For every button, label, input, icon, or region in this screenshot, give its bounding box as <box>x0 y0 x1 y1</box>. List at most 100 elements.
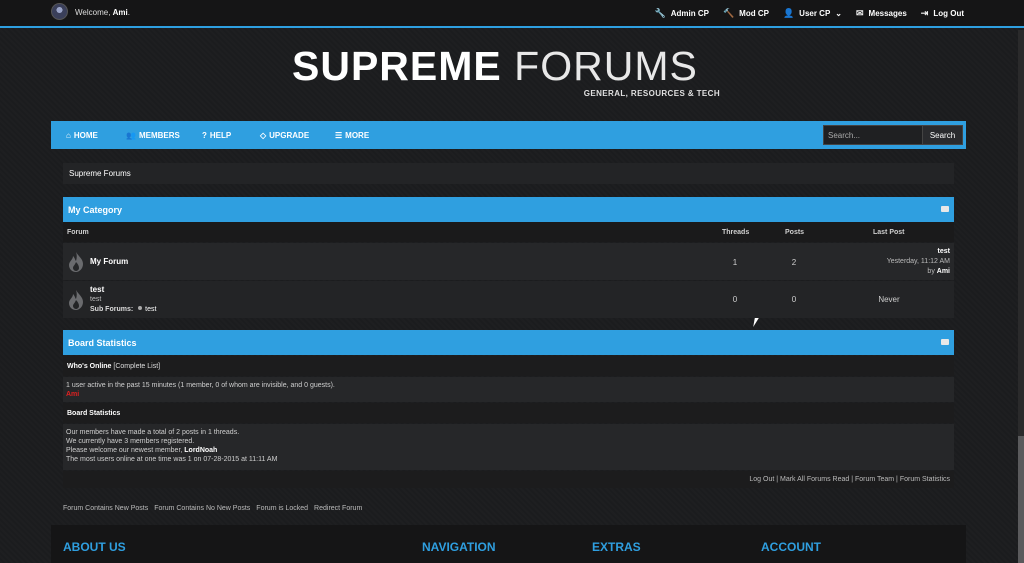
nav-help[interactable]: ? HELP <box>202 131 231 140</box>
legend-new-posts: Forum Contains New Posts <box>63 505 149 512</box>
mod-cp-link[interactable]: 🔨 Mod CP <box>723 8 769 19</box>
wrench-icon: 🔧 <box>654 8 666 18</box>
breadcrumb: Supreme Forums <box>63 163 954 184</box>
stats-header: Board Statistics <box>63 330 954 355</box>
nav-members-label: MEMBERS <box>138 131 180 140</box>
category-header: My Category <box>63 197 954 222</box>
home-icon: ⌂ <box>66 131 71 140</box>
nav-home-label: HOME <box>73 131 98 140</box>
site-logo[interactable]: SUPREME FORUMS GENERAL, RESOURCES & TECH <box>292 44 722 104</box>
stats-footer-links[interactable]: Log Out | Mark All Forums Read | Forum T… <box>63 471 954 488</box>
collapse-icon[interactable] <box>941 339 949 345</box>
page-footer: ABOUT US NAVIGATION EXTRAS ACCOUNT <box>51 525 966 563</box>
breadcrumb-home[interactable]: Supreme Forums <box>69 169 131 178</box>
inbox-icon: ✉ <box>856 8 864 18</box>
board-stats-body: Our members have made a total of 2 posts… <box>63 424 954 470</box>
footer-navigation-heading: NAVIGATION <box>422 540 496 554</box>
chevron-down-icon: ⌄ <box>835 9 842 18</box>
header-forum: Forum <box>67 229 89 236</box>
avatar[interactable] <box>51 3 68 20</box>
table-row: test test Sub Forums: test 0 0 Never <box>63 281 954 318</box>
log-out-link[interactable]: ⇥ Log Out <box>921 8 964 19</box>
flame-icon <box>69 290 83 310</box>
forum-posts: 2 <box>791 258 797 267</box>
board-stats-label: Board Statistics <box>67 410 121 417</box>
header-last-post: Last Post <box>873 229 905 236</box>
users-icon: 👥 <box>126 131 136 140</box>
user-icon: 👤 <box>782 8 795 18</box>
nav-members[interactable]: 👥 MEMBERS <box>126 131 180 140</box>
whos-online-label: Who's Online <box>67 363 112 370</box>
nav-upgrade[interactable]: ◇ UPGRADE <box>260 131 309 140</box>
stats-posts-line: Our members have made a total of 2 posts… <box>66 429 240 436</box>
nav-more[interactable]: ☰ MORE <box>335 131 369 140</box>
question-icon: ? <box>202 131 207 140</box>
admin-cp-label: Admin CP <box>670 9 709 18</box>
forum-title[interactable]: My Forum <box>90 257 128 266</box>
footer-account-heading: ACCOUNT <box>761 540 821 554</box>
stats-members-line: We currently have 3 members registered. <box>66 438 195 445</box>
last-post-title[interactable]: test <box>887 247 950 257</box>
welcome-text: Welcome, Ami. <box>75 8 130 17</box>
search-input[interactable] <box>823 125 923 145</box>
online-user[interactable]: Ami <box>66 390 951 399</box>
online-summary: 1 user active in the past 15 minutes (1 … <box>66 382 335 389</box>
diamond-icon: ◇ <box>260 131 267 140</box>
forum-threads: 1 <box>732 258 738 267</box>
mouse-cursor <box>753 318 759 327</box>
forum-description: test <box>90 296 102 303</box>
forum-table-header: Forum Threads Posts Last Post <box>63 222 954 242</box>
nav-more-label: MORE <box>345 131 370 140</box>
search-button[interactable]: Search <box>922 125 963 145</box>
messages-label: Messages <box>868 9 907 18</box>
forum-posts: 0 <box>791 295 797 304</box>
stats-newest-prefix: Please welcome our newest member, <box>66 447 185 454</box>
flame-icon <box>69 252 83 272</box>
nav-help-label: HELP <box>209 131 232 140</box>
complete-list-link[interactable]: [Complete List] <box>113 363 160 370</box>
forum-legend: Forum Contains New Posts Forum Contains … <box>63 505 362 512</box>
scrollbar-thumb[interactable] <box>1018 436 1024 563</box>
top-bar: Welcome, Ami. 🔧 Admin CP 🔨 Mod CP 👤 User CP… <box>0 0 1024 28</box>
table-row: My Forum 1 2 test Yesterday, 11:12 AM by… <box>63 243 954 280</box>
stats-footer-text[interactable]: Log Out | Mark All Forums Read | Forum T… <box>749 476 950 483</box>
footer-about-heading: ABOUT US <box>63 540 126 554</box>
sub-forum-link[interactable]: test <box>145 306 156 313</box>
legend-locked: Forum is Locked <box>256 505 309 512</box>
legend-no-new-posts: Forum Contains No New Posts <box>154 505 251 512</box>
logo-bold-text: SUPREME <box>292 43 502 89</box>
mod-cp-label: Mod CP <box>739 9 769 18</box>
category-title[interactable]: My Category <box>68 205 122 215</box>
last-post-by: by <box>927 268 937 275</box>
nav-home[interactable]: ⌂ HOME <box>66 131 98 140</box>
gavel-icon: 🔨 <box>722 8 735 18</box>
messages-link[interactable]: ✉ Messages <box>856 8 907 19</box>
newest-member-link[interactable]: LordNoah <box>184 447 217 454</box>
user-cp-link[interactable]: 👤 User CP ⌄ <box>783 8 842 19</box>
logo-light-text: FORUMS <box>514 43 698 89</box>
sub-forums: Sub Forums: test <box>90 306 156 313</box>
welcome-username[interactable]: Ami <box>113 8 128 17</box>
list-icon: ☰ <box>335 131 343 140</box>
stats-record-line: The most users online at one time was 1 … <box>66 456 278 463</box>
forum-title[interactable]: test <box>90 285 104 294</box>
sign-out-icon: ⇥ <box>920 8 929 18</box>
forum-threads: 0 <box>732 295 738 304</box>
header-threads: Threads <box>722 229 750 236</box>
forum-last-post: Never <box>878 295 900 304</box>
admin-cp-link[interactable]: 🔧 Admin CP <box>655 8 709 19</box>
whos-online-body: 1 user active in the past 15 minutes (1 … <box>63 377 954 402</box>
sub-forums-label: Sub Forums: <box>90 306 134 313</box>
last-post-time: Yesterday, 11:12 AM <box>886 258 950 265</box>
bullet-icon <box>138 306 143 310</box>
user-cp-label: User CP <box>799 9 831 18</box>
header-posts: Posts <box>785 229 805 236</box>
main-nav: ⌂ HOME 👥 MEMBERS ? HELP ◇ UPGRADE ☰ MORE Sear… <box>51 121 966 149</box>
nav-upgrade-label: UPGRADE <box>269 131 310 140</box>
legend-redirect: Redirect Forum <box>314 505 363 512</box>
last-post-user[interactable]: Ami <box>937 268 950 275</box>
whos-online-header: Who's Online [Complete List] <box>63 356 954 376</box>
collapse-icon[interactable] <box>941 206 949 212</box>
top-links: 🔧 Admin CP 🔨 Mod CP 👤 User CP ⌄ ✉ Messages ⇥ L… <box>655 8 965 19</box>
board-stats-header: Board Statistics <box>63 403 954 423</box>
